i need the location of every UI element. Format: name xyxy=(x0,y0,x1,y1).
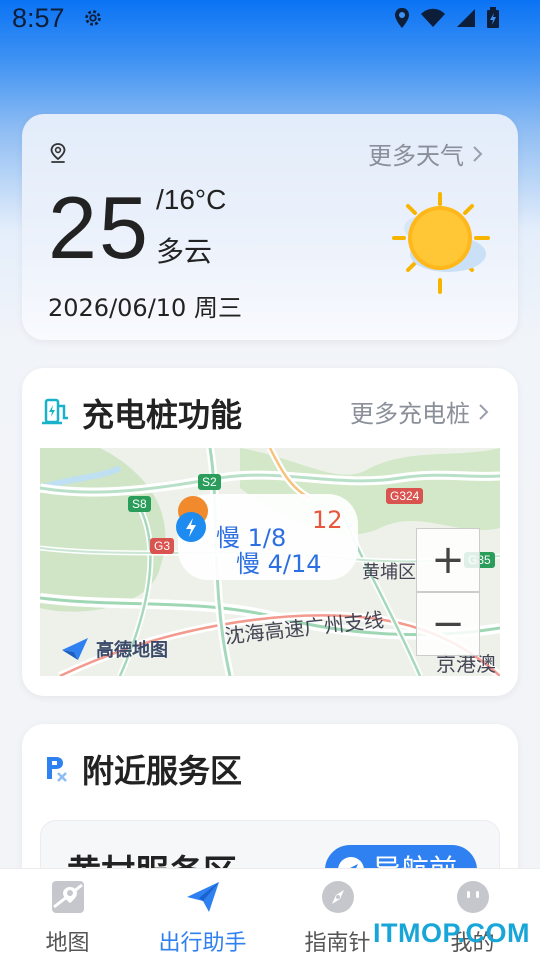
zoom-in-button[interactable]: + xyxy=(416,528,480,592)
low-temperature: /16°C xyxy=(156,184,227,215)
chevron-right-icon xyxy=(473,145,483,162)
charging-map[interactable]: S2 S8 G324 G3 G35 黄埔区 沈海高速广州支线 京港澳 12 慢 … xyxy=(40,448,500,676)
more-weather-link[interactable]: 更多天气 xyxy=(368,136,484,171)
weather-condition: 多云 xyxy=(156,235,213,268)
wifi-icon xyxy=(421,8,445,27)
settings-gear-icon xyxy=(85,10,101,26)
compass-icon xyxy=(321,881,354,913)
more-charging-label: 更多充电桩 xyxy=(350,400,470,428)
charging-card: 充电桩功能 更多充电桩 S2 S8 G324 G3 黄埔区 沈海高速广州支线 京… xyxy=(22,368,518,696)
status-bar: 8:57 xyxy=(0,0,540,40)
status-time: 8:57 xyxy=(12,3,65,33)
tab-travel-assistant[interactable]: 出行助手 xyxy=(135,869,270,960)
paper-plane-icon xyxy=(186,882,219,912)
cell-signal-icon xyxy=(457,9,475,27)
charging-title: 充电桩功能 xyxy=(82,396,243,434)
chevron-right-icon xyxy=(479,403,489,420)
popup-fragment: 12 xyxy=(312,506,343,534)
zoom-out-button[interactable]: − xyxy=(416,592,480,656)
amap-logo: 高德地图 xyxy=(60,636,168,662)
amap-logo-text: 高德地图 xyxy=(96,640,168,661)
more-charging-link[interactable]: 更多充电桩 xyxy=(350,394,490,429)
weather-date: 2026/06/10 周三 xyxy=(48,294,242,322)
tab-map-label: 地图 xyxy=(45,931,90,956)
current-temperature: 25 xyxy=(48,178,150,277)
road-badge-s8: S8 xyxy=(128,496,151,512)
road-badge-g324: G324 xyxy=(386,488,424,504)
battery-icon xyxy=(487,7,499,28)
parking-icon xyxy=(47,757,67,782)
weather-card[interactable]: 更多天气 25 /16°C 多云 2026/06/10 周三 xyxy=(22,114,518,340)
more-weather-label: 更多天气 xyxy=(368,142,464,170)
road-badge-s2: S2 xyxy=(198,474,221,490)
status-icons xyxy=(394,6,500,30)
partly-cloudy-sun-icon xyxy=(392,192,490,294)
road-badge-g3: G3 xyxy=(150,538,175,554)
district-label: 黄埔区 xyxy=(362,562,416,583)
amap-arrow-icon xyxy=(62,638,88,660)
watermark-text: ITMOP.COM xyxy=(372,918,530,948)
profile-icon xyxy=(456,881,489,913)
popup-line-2: 慢 4/14 xyxy=(236,550,322,578)
tab-map[interactable]: 地图 xyxy=(0,869,135,960)
lightning-bolt-icon xyxy=(176,512,206,542)
location-icon xyxy=(395,8,409,28)
service-area-title: 附近服务区 xyxy=(82,752,243,790)
map-icon xyxy=(51,881,84,913)
charging-pile-icon xyxy=(42,398,68,425)
location-pin-icon xyxy=(50,143,66,163)
tab-travel-assistant-label: 出行助手 xyxy=(158,931,247,956)
